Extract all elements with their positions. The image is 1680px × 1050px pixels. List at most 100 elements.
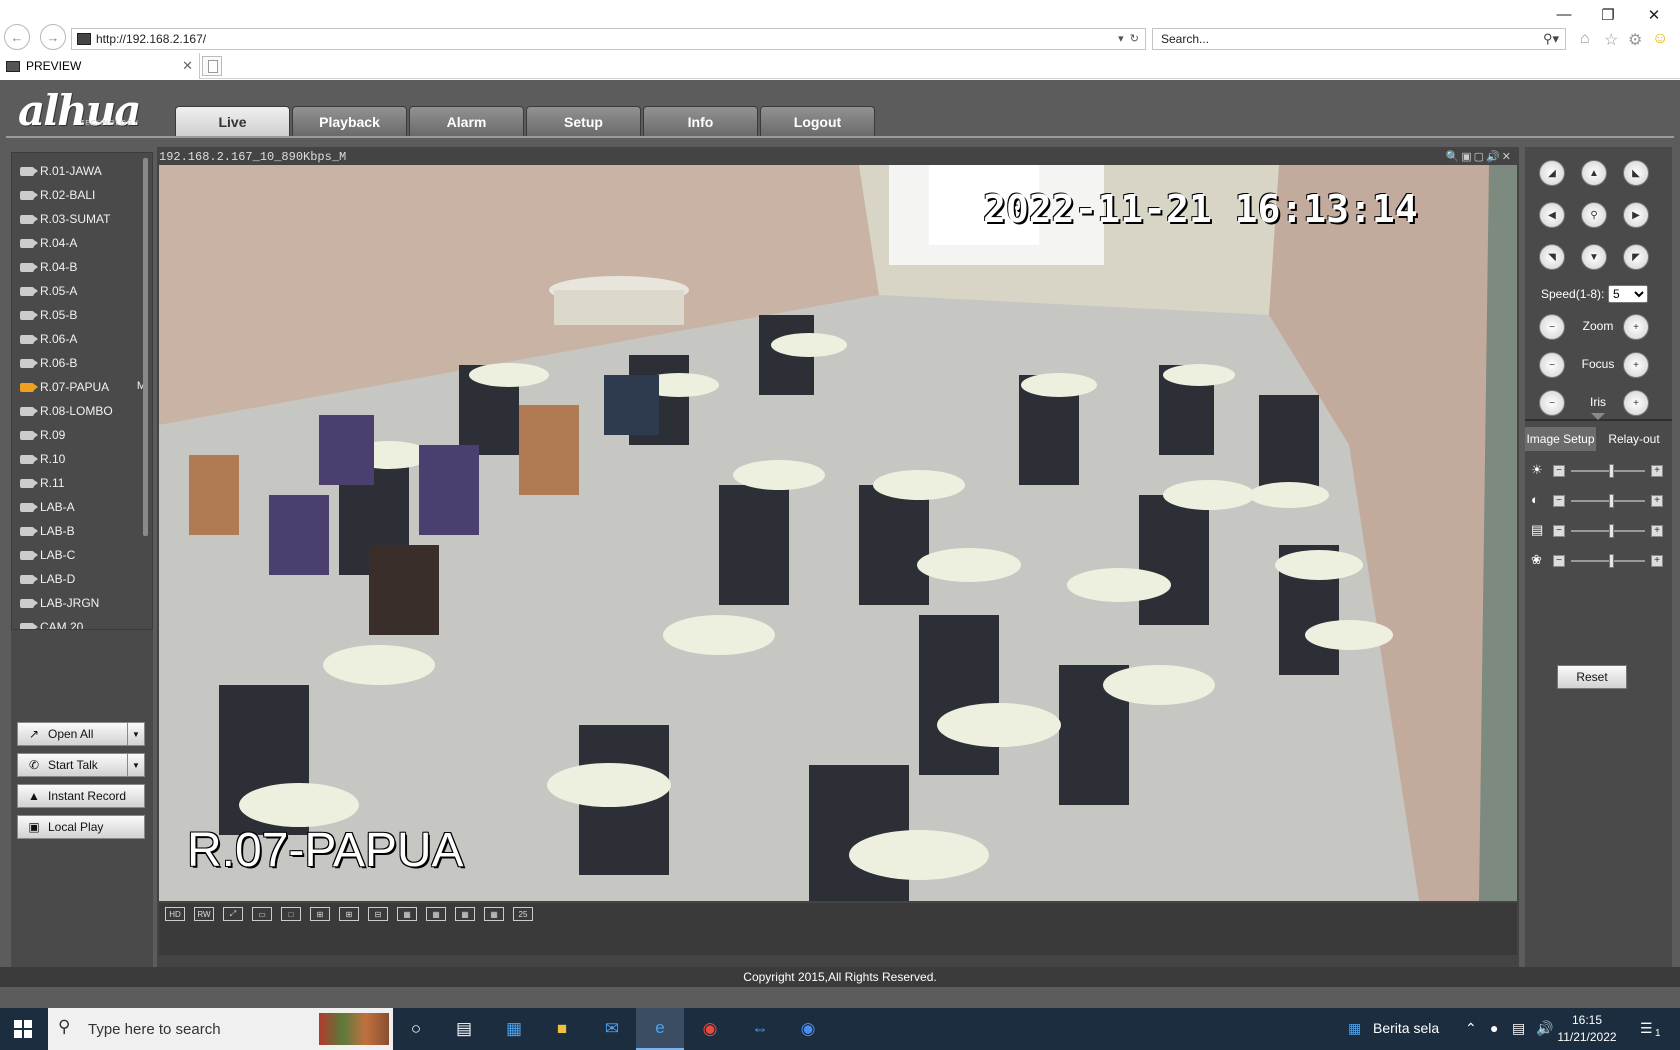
zoom-in-button[interactable]: +: [1623, 314, 1649, 340]
channel-item[interactable]: LAB-B: [20, 521, 146, 541]
channel-item[interactable]: R.02-BALI: [20, 185, 146, 205]
taskbar-clock[interactable]: 16:15 11/21/2022: [1552, 1012, 1622, 1046]
nav-tab-info[interactable]: Info: [643, 106, 758, 136]
slider-track[interactable]: [1571, 560, 1645, 562]
open-all-button[interactable]: ↗ Open All ▼: [17, 722, 145, 746]
channel-item[interactable]: LAB-JRGN: [20, 593, 146, 613]
ptz-down-left-button[interactable]: ◥: [1539, 244, 1565, 270]
nav-tab-playback[interactable]: Playback: [292, 106, 407, 136]
zoom-icon[interactable]: ◉: [784, 1008, 832, 1050]
local-play-button[interactable]: ▣ Local Play: [17, 815, 145, 839]
tab-close-icon[interactable]: ✕: [182, 58, 193, 74]
channel-item[interactable]: R.06-A: [20, 329, 146, 349]
start-talk-dropdown-icon[interactable]: ▼: [127, 754, 144, 776]
tab-image-setup[interactable]: Image Setup: [1525, 427, 1596, 451]
channel-item[interactable]: R.11: [20, 473, 146, 493]
store-icon[interactable]: ▦: [490, 1008, 538, 1050]
channel-list-scrollbar[interactable]: [143, 158, 148, 536]
channel-item[interactable]: R.10: [20, 449, 146, 469]
address-bar[interactable]: http://192.168.2.167/ ▾ ↻: [71, 28, 1146, 50]
channel-item[interactable]: LAB-A: [20, 497, 146, 517]
video-window-tools[interactable]: 🔍▣▢🔊✕: [1446, 150, 1513, 163]
layout-button[interactable]: ▦: [397, 907, 417, 921]
slider-handle[interactable]: [1609, 554, 1614, 568]
slider-increase-button[interactable]: +: [1651, 555, 1663, 567]
ptz-up-left-button[interactable]: ◢: [1539, 160, 1565, 186]
channel-item[interactable]: R.06-B: [20, 353, 146, 373]
layout-button[interactable]: HD: [165, 907, 185, 921]
channel-item[interactable]: R.01-JAWA: [20, 161, 146, 181]
collapse-arrow-icon[interactable]: [1591, 413, 1605, 420]
slider-handle[interactable]: [1609, 494, 1614, 508]
layout-button[interactable]: ⊟: [368, 907, 388, 921]
speed-select[interactable]: 12345678: [1608, 285, 1648, 303]
home-icon[interactable]: ⌂: [1580, 30, 1590, 48]
ptz-up-right-button[interactable]: ◣: [1623, 160, 1649, 186]
slider-increase-button[interactable]: +: [1651, 465, 1663, 477]
layout-button[interactable]: □: [281, 907, 301, 921]
notification-icon[interactable]: ☰: [1640, 1020, 1653, 1037]
slider-track[interactable]: [1571, 500, 1645, 502]
slider-handle[interactable]: [1609, 524, 1614, 538]
nav-tab-setup[interactable]: Setup: [526, 106, 641, 136]
channel-item[interactable]: R.08-LOMBO: [20, 401, 146, 421]
layout-button[interactable]: ▦: [455, 907, 475, 921]
layout-button[interactable]: ⊞: [310, 907, 330, 921]
task-view-icon[interactable]: ▤: [440, 1008, 488, 1050]
channel-item[interactable]: R.03-SUMAT: [20, 209, 146, 229]
chrome-icon[interactable]: ◉: [686, 1008, 734, 1050]
browser-search-box[interactable]: ⚲▾: [1152, 28, 1566, 50]
slider-decrease-button[interactable]: −: [1553, 465, 1565, 477]
slider-decrease-button[interactable]: −: [1553, 525, 1565, 537]
slider-decrease-button[interactable]: −: [1553, 495, 1565, 507]
search-icon[interactable]: ⚲▾: [1543, 31, 1559, 47]
new-tab-button[interactable]: [202, 56, 222, 76]
cortana-icon[interactable]: ○: [392, 1008, 440, 1050]
news-widget-icon[interactable]: ▦: [1348, 1020, 1361, 1037]
volume-icon[interactable]: 🔊: [1536, 1020, 1553, 1037]
channel-item[interactable]: R.09: [20, 425, 146, 445]
tray-overflow-icon[interactable]: ⌃: [1465, 1020, 1477, 1037]
taskbar-search-box[interactable]: ⚲ Type here to search: [48, 1008, 393, 1050]
nav-tab-alarm[interactable]: Alarm: [409, 106, 524, 136]
slider-track[interactable]: [1571, 530, 1645, 532]
start-talk-button[interactable]: ✆ Start Talk ▼: [17, 753, 145, 777]
slider-increase-button[interactable]: +: [1651, 525, 1663, 537]
ptz-down-button[interactable]: ▼: [1581, 244, 1607, 270]
back-button[interactable]: ←: [4, 24, 30, 50]
ptz-right-button[interactable]: ▶: [1623, 202, 1649, 228]
refresh-icon[interactable]: ▾ ↻: [1118, 32, 1139, 45]
teamviewer-icon[interactable]: ⇔: [736, 1008, 784, 1050]
focus-far-button[interactable]: +: [1623, 352, 1649, 378]
nav-tab-live[interactable]: Live: [175, 106, 290, 136]
tab-relay-out[interactable]: Relay-out: [1598, 427, 1670, 451]
ptz-down-right-button[interactable]: ◤: [1623, 244, 1649, 270]
minimize-button[interactable]: —: [1550, 6, 1578, 23]
layout-button[interactable]: 25: [513, 907, 533, 921]
restore-button[interactable]: ❐: [1594, 6, 1622, 24]
forward-button[interactable]: →: [40, 24, 66, 50]
ptz-left-button[interactable]: ◀: [1539, 202, 1565, 228]
nav-tab-logout[interactable]: Logout: [760, 106, 875, 136]
channel-item[interactable]: R.04-A: [20, 233, 146, 253]
layout-button[interactable]: ⊞: [339, 907, 359, 921]
browser-search-input[interactable]: [1161, 32, 1501, 46]
instant-record-button[interactable]: ▲ Instant Record: [17, 784, 145, 808]
open-all-dropdown-icon[interactable]: ▼: [127, 723, 144, 745]
microphone-icon[interactable]: ●: [1490, 1020, 1498, 1036]
settings-gear-icon[interactable]: ⚙: [1628, 30, 1642, 50]
feedback-smiley-icon[interactable]: ☺: [1652, 30, 1668, 48]
ptz-zoom-3d-button[interactable]: ⚲: [1581, 202, 1607, 228]
network-icon[interactable]: ▤: [1512, 1020, 1525, 1037]
slider-decrease-button[interactable]: −: [1553, 555, 1565, 567]
start-button[interactable]: [0, 1008, 46, 1050]
channel-item[interactable]: R.07-PAPUA M: [20, 377, 146, 397]
internet-explorer-icon[interactable]: e: [636, 1008, 684, 1050]
iris-open-button[interactable]: +: [1623, 390, 1649, 416]
mail-icon[interactable]: ✉: [588, 1008, 636, 1050]
layout-button[interactable]: ▦: [484, 907, 504, 921]
reset-button[interactable]: Reset: [1557, 665, 1627, 689]
slider-handle[interactable]: [1609, 464, 1614, 478]
iris-close-button[interactable]: −: [1539, 390, 1565, 416]
focus-near-button[interactable]: −: [1539, 352, 1565, 378]
